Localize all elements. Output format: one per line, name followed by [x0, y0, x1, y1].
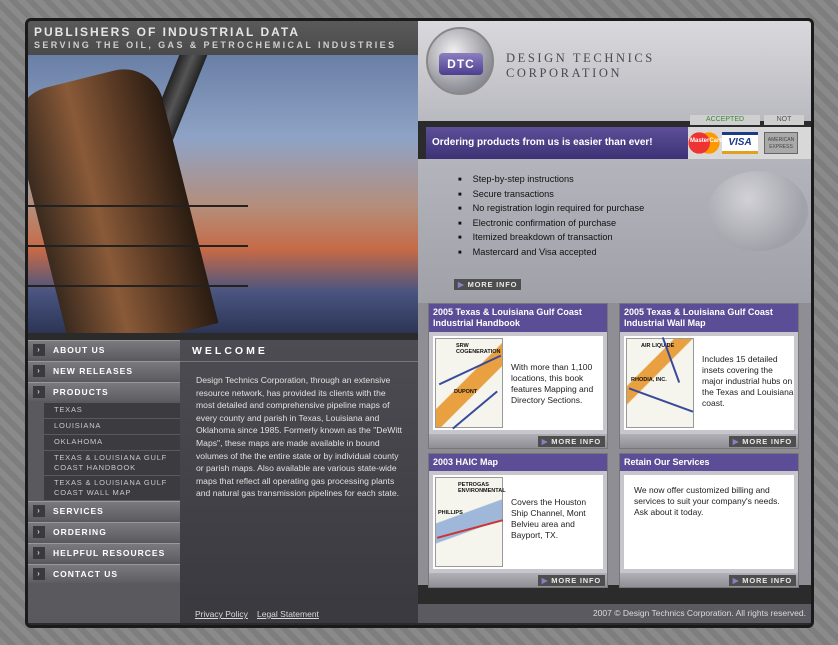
- visa-icon: VISA: [722, 132, 758, 154]
- nav-products[interactable]: › PRODUCTS: [28, 382, 180, 401]
- services-title[interactable]: Retain Our Services: [620, 454, 798, 471]
- page-frame: PUBLISHERS OF INDUSTRIAL DATA SERVING TH…: [25, 18, 814, 628]
- product-title[interactable]: 2005 Texas & Louisiana Gulf Coast Indust…: [429, 304, 607, 332]
- map-label: PETROGAS ENVIRONMENTAL: [458, 482, 506, 494]
- company-name-line1: DESIGN TECHNICS: [506, 51, 655, 65]
- nav-label: NEW RELEASES: [53, 366, 134, 376]
- chevron-right-icon: ▶: [541, 437, 549, 446]
- nav-label: SERVICES: [53, 506, 104, 516]
- chevron-right-icon: ▶: [732, 437, 740, 446]
- nav-services[interactable]: › SERVICES: [28, 501, 180, 520]
- product-thumbnail[interactable]: SRW COGENERATION DUPONT: [435, 338, 503, 430]
- product-title[interactable]: 2003 HAIC Map: [429, 454, 607, 471]
- product-card-wall-map[interactable]: 2005 Texas & Louisiana Gulf Coast Indust…: [619, 303, 799, 449]
- nav-helpful-resources[interactable]: › HELPFUL RESOURCES: [28, 543, 180, 562]
- product-description: With more than 1,100 locations, this boo…: [511, 362, 594, 405]
- map-label: PHILLIPS: [438, 510, 463, 516]
- map-label: AIR LIQUIDE: [641, 343, 675, 349]
- feature-item: Mastercard and Visa accepted: [458, 246, 644, 261]
- mastercard-label: MasterCard: [690, 138, 724, 144]
- product-card-handbook[interactable]: 2005 Texas & Louisiana Gulf Coast Indust…: [428, 303, 608, 449]
- product-thumbnail[interactable]: AIR LIQUIDE RHODIA, INC.: [626, 337, 694, 428]
- chevron-right-icon: ›: [33, 568, 45, 580]
- feature-item: Secure transactions: [458, 188, 644, 203]
- hero-image: [28, 55, 418, 333]
- feature-item: Electronic confirmation of purchase: [458, 217, 644, 232]
- ordering-features: Step-by-step instructions Secure transac…: [418, 159, 811, 303]
- ordering-banner: Ordering products from us is easier than…: [426, 127, 688, 159]
- chevron-right-icon: ▶: [732, 576, 740, 585]
- services-description: We now offer customized billing and serv…: [634, 485, 780, 517]
- more-info-label: MORE INFO: [467, 280, 518, 289]
- privacy-policy-link[interactable]: Privacy Policy: [195, 609, 248, 619]
- chevron-right-icon: ›: [33, 365, 45, 377]
- logo-text: DTC: [439, 53, 483, 75]
- map-label: DUPONT: [454, 389, 478, 395]
- nav-about-us[interactable]: › ABOUT US: [28, 340, 180, 359]
- welcome-section: WELCOME Design Technics Corporation, thr…: [180, 340, 418, 604]
- nav-ordering-information[interactable]: ›ORDERING INFORMATION: [28, 522, 180, 555]
- nav-contact-us[interactable]: › CONTACT US: [28, 564, 180, 583]
- services-more-info-link[interactable]: ▶ MORE INFO: [728, 575, 796, 586]
- map-label: RHODIA, INC.: [631, 377, 667, 383]
- welcome-heading: WELCOME: [180, 340, 418, 362]
- more-info-label: MORE INFO: [551, 576, 601, 585]
- more-info-label: MORE INFO: [742, 437, 792, 446]
- product-card-haic-map[interactable]: 2003 HAIC Map PETROGAS ENVIRONMENTAL PHI…: [428, 453, 608, 588]
- services-card[interactable]: Retain Our Services We now offer customi…: [619, 453, 799, 588]
- nav-label: PRODUCTS: [53, 387, 109, 397]
- welcome-text: Design Technics Corporation, through an …: [196, 375, 403, 499]
- payment-cards: MasterCard VISA AMERICAN EXPRESS: [688, 127, 811, 159]
- company-name-line2: CORPORATION: [506, 66, 623, 80]
- footer-links: Privacy Policy Legal Statement: [180, 604, 418, 623]
- nav-label: CONTACT US: [53, 569, 119, 579]
- chevron-right-icon: ▶: [458, 280, 465, 289]
- company-logo[interactable]: DTC: [426, 27, 494, 95]
- header-banner: PUBLISHERS OF INDUSTRIAL DATA SERVING TH…: [28, 21, 418, 55]
- nav-label: HELPFUL RESOURCES: [53, 548, 166, 558]
- haic-map-more-info-link[interactable]: ▶ MORE INFO: [537, 575, 605, 586]
- chevron-right-icon: ▶: [541, 576, 549, 585]
- more-info-label: MORE INFO: [551, 437, 601, 446]
- nav-sub-oklahoma[interactable]: OKLAHOMA: [44, 435, 180, 450]
- nav-sub-louisiana[interactable]: LOUISIANA: [44, 419, 180, 434]
- wall-map-more-info-link[interactable]: ▶ MORE INFO: [728, 436, 796, 447]
- nav-sub-handbook[interactable]: TEXAS & LOUISIANA GULF COAST HANDBOOK: [44, 451, 180, 475]
- more-info-label: MORE INFO: [742, 576, 792, 585]
- legal-statement-link[interactable]: Legal Statement: [257, 609, 319, 619]
- nav-label: ABOUT US: [53, 345, 106, 355]
- map-label: SRW COGENERATION: [456, 343, 501, 355]
- site-subtitle: SERVING THE OIL, GAS & PETROCHEMICAL IND…: [34, 40, 397, 50]
- ordering-more-info-link[interactable]: ▶ MORE INFO: [454, 279, 522, 290]
- product-description: Includes 15 detailed insets covering the…: [702, 354, 794, 408]
- product-title[interactable]: 2005 Texas & Louisiana Gulf Coast Indust…: [620, 304, 798, 332]
- feature-list: Step-by-step instructions Secure transac…: [458, 173, 645, 261]
- feature-item: No registration login required for purch…: [458, 202, 645, 217]
- not-accepted-label: NOT: [764, 115, 804, 125]
- nav-sub-wall-map[interactable]: TEXAS & LOUISIANA GULF COAST WALL MAP: [44, 476, 180, 500]
- chevron-right-icon: ›: [33, 547, 45, 559]
- sidebar-nav: › ABOUT US › NEW RELEASES › PRODUCTS TEXAS …: [28, 340, 180, 623]
- chevron-right-icon: ›: [33, 526, 45, 538]
- handbook-more-info-link[interactable]: ▶ MORE INFO: [537, 436, 605, 447]
- feature-item: Itemized breakdown of transaction: [458, 231, 644, 246]
- copyright: 2007 © Design Technics Corporation. All …: [418, 604, 811, 623]
- product-thumbnail[interactable]: PETROGAS ENVIRONMENTAL PHILLIPS: [435, 477, 506, 567]
- amex-icon: AMERICAN EXPRESS: [764, 132, 798, 154]
- company-name: DESIGN TECHNICS CORPORATION: [506, 51, 655, 81]
- chevron-right-icon: ›: [33, 505, 45, 517]
- accepted-label: ACCEPTED: [690, 115, 760, 125]
- product-description: Covers the Houston Ship Channel, Mont Be…: [511, 497, 587, 540]
- nav-new-releases[interactable]: › NEW RELEASES: [28, 361, 180, 380]
- mastercard-icon: MasterCard: [688, 132, 724, 154]
- products-area: 2005 Texas & Louisiana Gulf Coast Indust…: [418, 303, 811, 588]
- feature-item: Step-by-step instructions: [458, 173, 644, 188]
- nav-sub-texas[interactable]: TEXAS: [44, 403, 180, 418]
- chevron-right-icon: ›: [33, 386, 45, 398]
- company-header: DTC DESIGN TECHNICS CORPORATION ACCEPTED…: [418, 21, 811, 125]
- chevron-right-icon: ›: [33, 344, 45, 356]
- site-title: PUBLISHERS OF INDUSTRIAL DATA: [34, 25, 301, 39]
